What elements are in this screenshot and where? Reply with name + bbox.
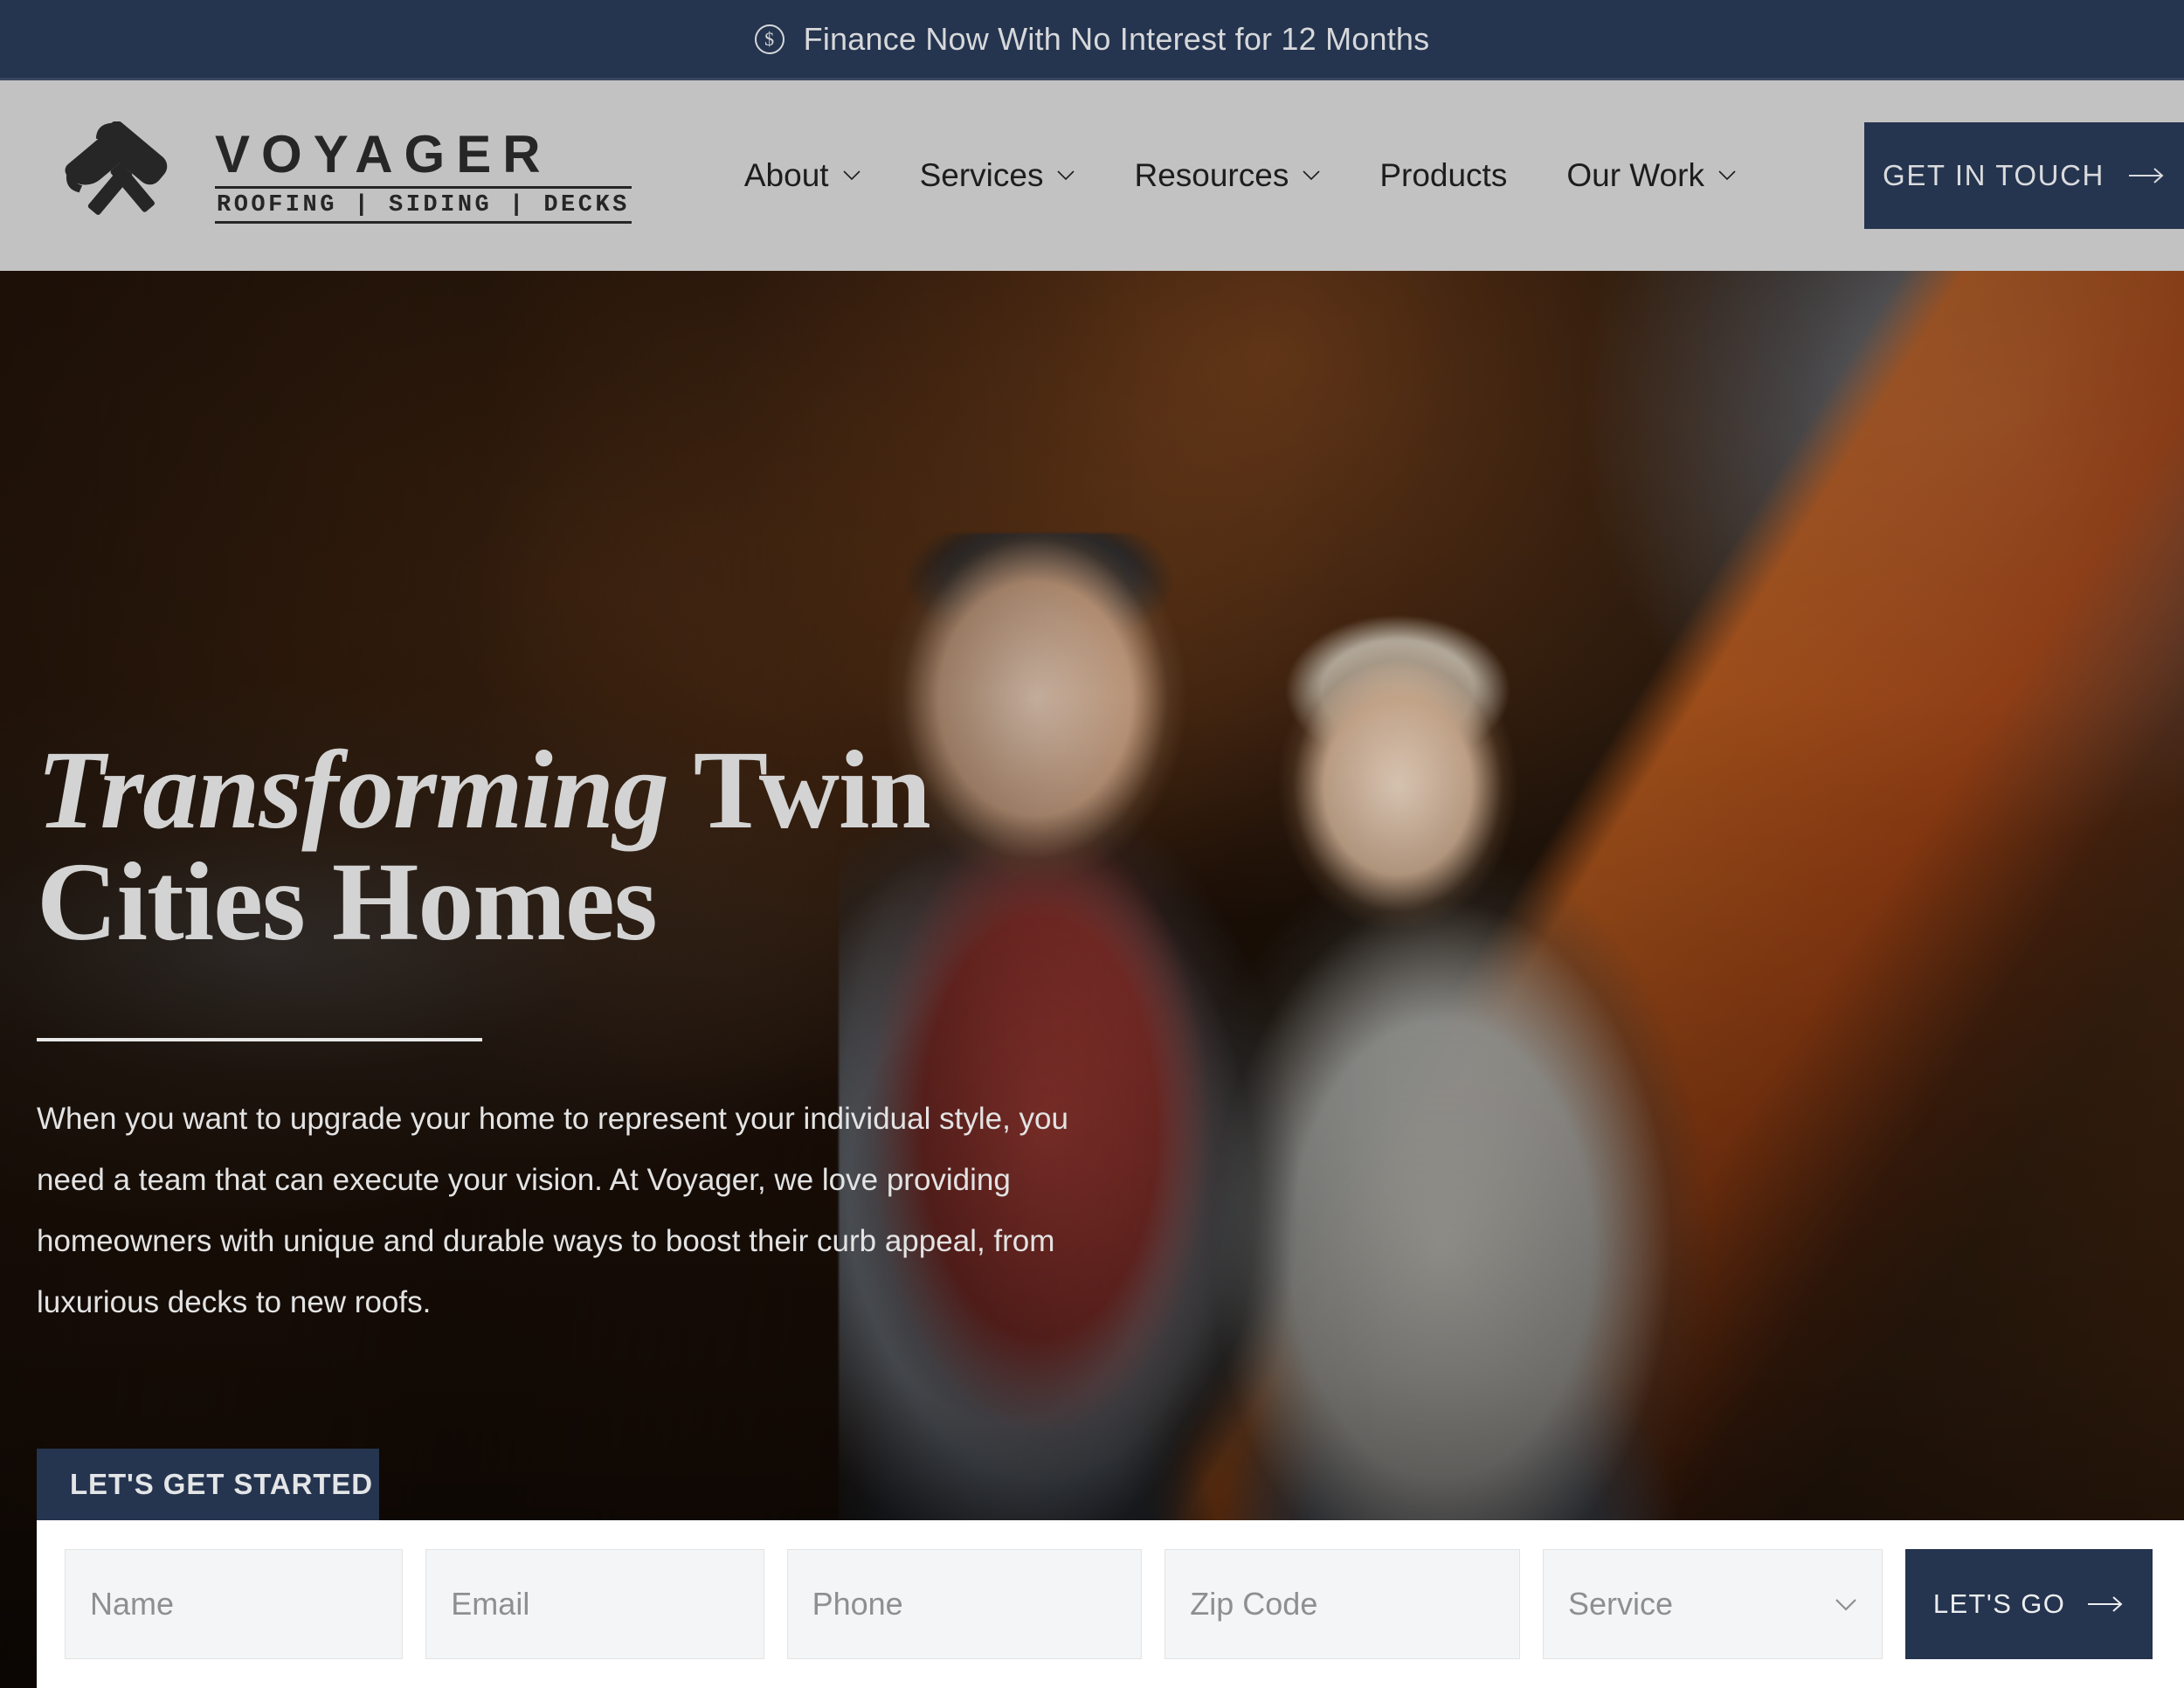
arrow-right-icon bbox=[2128, 168, 2164, 183]
nav-label: Resources bbox=[1134, 157, 1289, 193]
nav-item-products[interactable]: Products bbox=[1350, 157, 1537, 194]
lets-go-submit-button[interactable]: LET'S GO bbox=[1905, 1549, 2153, 1659]
hero-divider bbox=[37, 1038, 482, 1041]
chevron-down-icon bbox=[1835, 1598, 1856, 1611]
form-panel: Name Email Phone Zip Code Service LET'S … bbox=[37, 1520, 2184, 1688]
hero-body-text: When you want to upgrade your home to re… bbox=[37, 1102, 1068, 1319]
page-root: $ Finance Now With No Interest for 12 Mo… bbox=[0, 0, 2184, 1688]
service-select[interactable]: Service bbox=[1542, 1549, 1883, 1659]
arrow-right-icon bbox=[2088, 1596, 2123, 1612]
hero-headline-italic: Transforming bbox=[37, 728, 669, 852]
zip-code-input[interactable]: Zip Code bbox=[1165, 1549, 1520, 1659]
phone-input[interactable]: Phone bbox=[786, 1549, 1143, 1659]
announcement-text: Finance Now With No Interest for 12 Mont… bbox=[803, 20, 1430, 57]
lets-go-label: LET'S GO bbox=[1932, 1588, 2066, 1619]
chevron-down-icon bbox=[843, 170, 860, 181]
email-input[interactable]: Email bbox=[425, 1549, 764, 1659]
logo-tagline: ROOFING | SIDING | DECKS bbox=[215, 186, 632, 225]
announcement-bar[interactable]: $ Finance Now With No Interest for 12 Mo… bbox=[0, 0, 2184, 80]
get-in-touch-button[interactable]: GET IN TOUCH bbox=[1864, 122, 2184, 229]
logo[interactable]: VOYAGER ROOFING | SIDING | DECKS bbox=[48, 121, 632, 231]
chevron-down-icon bbox=[1057, 170, 1075, 181]
logo-text: VOYAGER ROOFING | SIDING | DECKS bbox=[215, 124, 632, 225]
dollar-circle-icon: $ bbox=[754, 24, 784, 54]
nav-item-about[interactable]: About bbox=[715, 157, 890, 194]
hero-headline: Transforming Twin Cities Homes bbox=[37, 734, 1164, 958]
nav-item-services[interactable]: Services bbox=[890, 157, 1105, 194]
service-select-value: Service bbox=[1567, 1586, 1673, 1622]
chevron-down-icon bbox=[1303, 170, 1320, 181]
main-nav: About Services Resources Products Our Wo… bbox=[715, 157, 1766, 194]
lead-form: LET'S GET STARTED Name Email Phone Zip C… bbox=[37, 1449, 2184, 1688]
name-input[interactable]: Name bbox=[65, 1549, 404, 1659]
nav-item-resources[interactable]: Resources bbox=[1104, 157, 1350, 194]
get-in-touch-label: GET IN TOUCH bbox=[1883, 159, 2105, 191]
chevron-down-icon bbox=[1718, 170, 1736, 181]
logo-wordmark: VOYAGER bbox=[215, 124, 552, 183]
hero-content: Transforming Twin Cities Homes When you … bbox=[37, 734, 1164, 1333]
nav-label: Our Work bbox=[1566, 157, 1704, 193]
nav-label: Services bbox=[919, 157, 1044, 193]
site-header: VOYAGER ROOFING | SIDING | DECKS About S… bbox=[0, 80, 2184, 271]
crossed-hammers-icon bbox=[65, 121, 168, 215]
nav-item-our-work[interactable]: Our Work bbox=[1537, 157, 1766, 194]
hero-section: Transforming Twin Cities Homes When you … bbox=[0, 271, 2184, 1688]
nav-label: About bbox=[743, 157, 829, 193]
nav-label: Products bbox=[1379, 157, 1508, 193]
form-tab-label: LET'S GET STARTED bbox=[37, 1449, 379, 1520]
